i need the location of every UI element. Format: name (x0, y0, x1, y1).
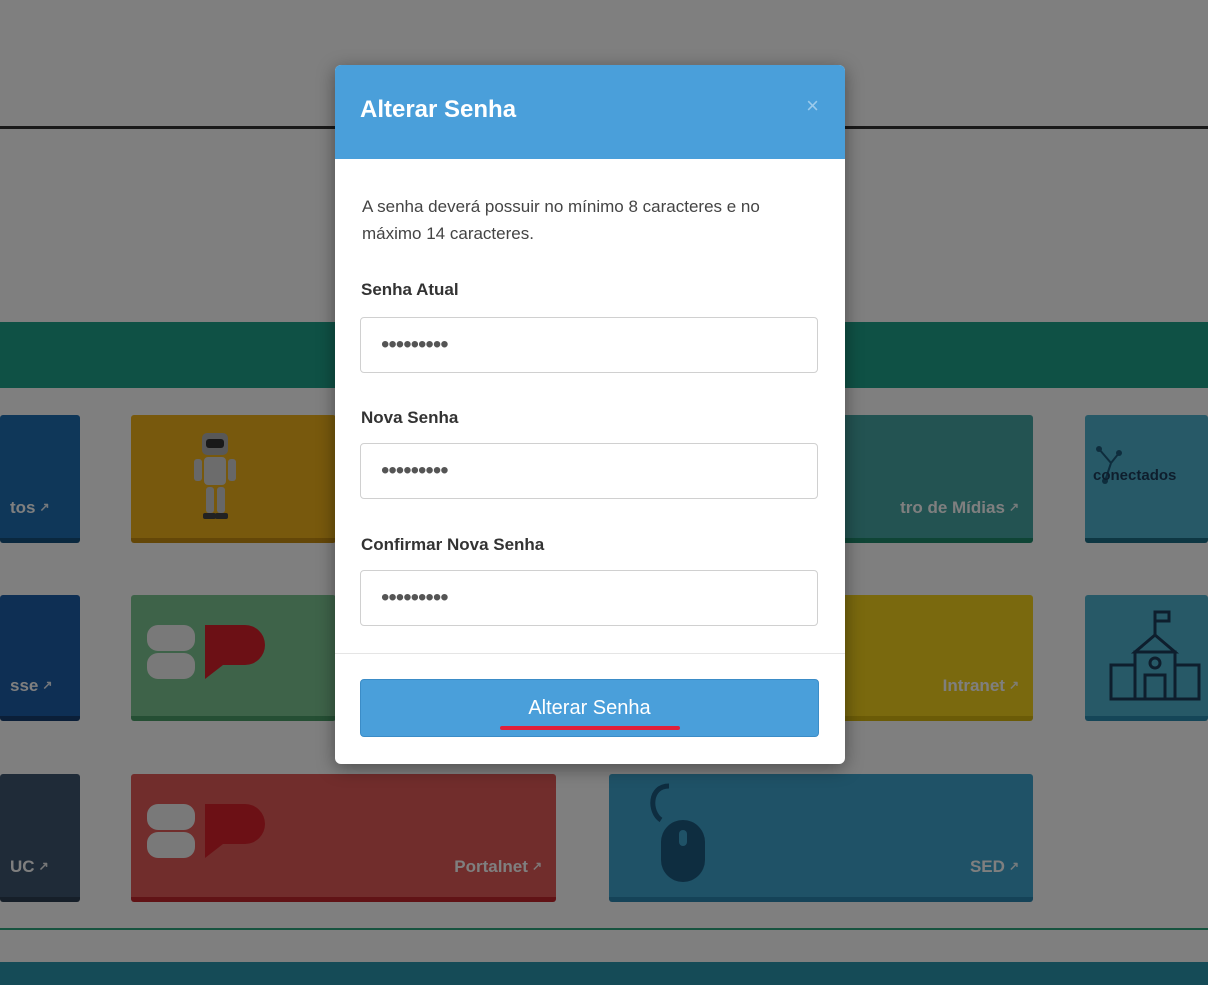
current-password-label: Senha Atual (361, 280, 459, 299)
new-password-input[interactable] (360, 443, 818, 499)
current-password-input[interactable] (360, 317, 818, 373)
button-label-underline (500, 726, 680, 730)
change-password-modal: Alterar Senha × A senha deverá possuir n… (335, 65, 845, 764)
modal-title: Alterar Senha (360, 96, 517, 123)
modal-footer-divider (335, 653, 845, 654)
new-password-label: Nova Senha (361, 408, 459, 427)
password-help-text: A senha deverá possuir no mínimo 8 carac… (362, 197, 760, 243)
modal-header: Alterar Senha × (335, 65, 845, 159)
confirm-password-label: Confirmar Nova Senha (361, 535, 545, 554)
close-icon[interactable]: × (806, 93, 819, 119)
confirm-password-input[interactable] (360, 570, 818, 626)
